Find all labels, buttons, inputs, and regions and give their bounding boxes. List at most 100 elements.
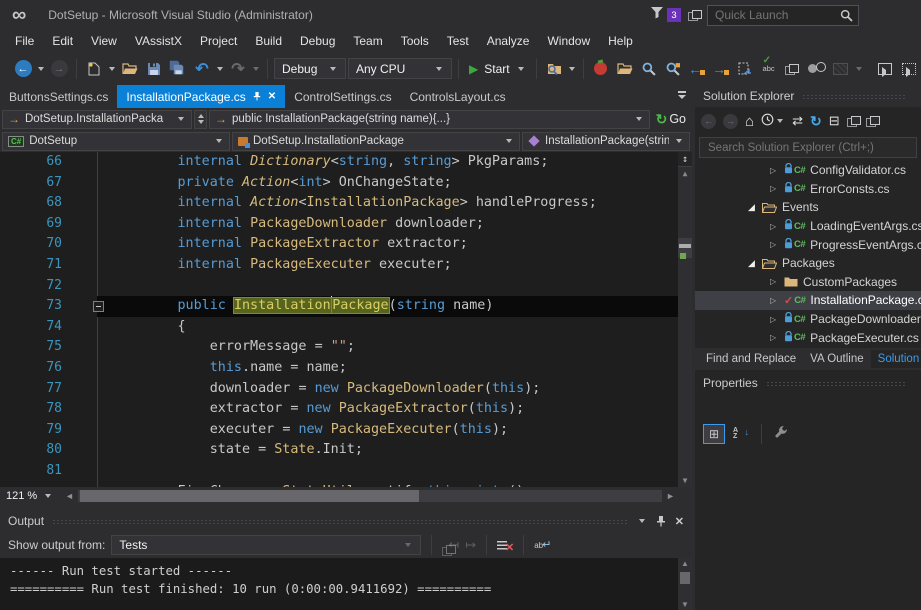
menu-analyze[interactable]: Analyze	[478, 32, 539, 50]
code-editor[interactable]: 66 internal Dictionary<string, string> P…	[0, 152, 692, 487]
scroll-up-icon[interactable]: ▲	[678, 558, 692, 570]
solution-search-input[interactable]	[706, 141, 910, 155]
window-position-dropdown-icon[interactable]	[639, 519, 645, 523]
find-references-button[interactable]	[662, 58, 684, 80]
code-line-71[interactable]: 71 internal PackageExecuter executer;	[0, 255, 692, 276]
tab-list-dropdown-icon[interactable]	[678, 91, 688, 99]
scrollbar-thumb[interactable]	[680, 572, 690, 584]
member-select[interactable]: InstallationPackage(string name)	[522, 132, 690, 151]
tree-item-configvalidator-cs[interactable]: ▷C#ConfigValidator.cs	[695, 161, 921, 180]
home-icon[interactable]: ⌂	[745, 113, 754, 130]
code-line-74[interactable]: 74 {	[0, 317, 692, 338]
expand-arrow-icon[interactable]: ▷	[770, 166, 784, 175]
code-line-68[interactable]: 68 internal Action<InstallationPackage> …	[0, 193, 692, 214]
code-line-70[interactable]: 70 internal PackageExtractor extractor;	[0, 234, 692, 255]
refactor-rings-icon[interactable]	[806, 58, 828, 80]
va-dropdown-icon[interactable]	[856, 67, 862, 71]
alphabetical-sort-icon[interactable]: AZ	[733, 428, 749, 440]
expand-arrow-icon[interactable]: ▷	[770, 333, 784, 342]
output-content[interactable]: ------ Run test started ------==========…	[0, 558, 692, 610]
feedback-icon[interactable]	[688, 10, 700, 20]
project-select[interactable]: C# DotSetup	[2, 132, 230, 151]
tree-item-packageexecuter-cs[interactable]: ▷C#PackageExecuter.cs	[695, 328, 921, 347]
output-title-bar[interactable]: Output ✕	[0, 510, 692, 532]
tab-controlsettings-cs[interactable]: ControlSettings.cs	[285, 85, 400, 108]
tree-item-packagedownloader-cs[interactable]: ▷C#PackageDownloader.cs	[695, 310, 921, 329]
editor-vertical-scrollbar[interactable]: ↕ ▲ ▼	[678, 152, 692, 487]
code-line-69[interactable]: 69 internal PackageDownloader downloader…	[0, 214, 692, 235]
collapse-arrow-icon[interactable]: ◢	[748, 202, 762, 213]
collapse-region-icon[interactable]	[93, 301, 104, 312]
tree-item-custompackages[interactable]: ▷CustomPackages	[695, 273, 921, 292]
menu-tools[interactable]: Tools	[392, 32, 438, 50]
goto-definition-button[interactable]	[874, 58, 896, 80]
menu-help[interactable]: Help	[599, 32, 642, 50]
vassistx-icon[interactable]	[590, 58, 612, 80]
code-line-80[interactable]: 80 state = State.Init;	[0, 440, 692, 461]
code-line-66[interactable]: 66 internal Dictionary<string, string> P…	[0, 152, 692, 173]
expand-arrow-icon[interactable]: ▷	[770, 296, 784, 305]
scroll-left-icon[interactable]: ◄	[62, 491, 77, 501]
menu-project[interactable]: Project	[191, 32, 246, 50]
start-dropdown-icon[interactable]	[518, 67, 524, 71]
output-vertical-scrollbar[interactable]: ▲ ▼	[678, 558, 692, 610]
show-all-files-icon[interactable]	[847, 116, 859, 126]
tab-controlslayout-cs[interactable]: ControlsLayout.cs	[401, 85, 515, 108]
notification-badge[interactable]: 3	[667, 8, 681, 22]
editor-horizontal-scrollbar[interactable]	[78, 490, 662, 502]
clear-all-icon[interactable]	[497, 539, 513, 552]
properties-title-bar[interactable]: Properties	[695, 370, 921, 396]
menu-edit[interactable]: Edit	[43, 32, 82, 50]
scroll-right-icon[interactable]: ►	[663, 491, 678, 501]
spell-check-button[interactable]: abc	[758, 58, 780, 80]
undo-dropdown-icon[interactable]	[217, 67, 223, 71]
notifications-filter-icon[interactable]	[651, 6, 663, 24]
solution-explorer-title-bar[interactable]: Solution Explorer	[695, 85, 921, 107]
solution-configurations-select[interactable]: Debug	[274, 58, 346, 79]
categorized-icon[interactable]: ⊞	[703, 424, 725, 444]
pin-icon[interactable]	[656, 515, 666, 527]
expand-arrow-icon[interactable]: ▷	[770, 184, 784, 193]
pending-changes-filter-icon[interactable]	[761, 113, 774, 129]
tab-buttonssettings-cs[interactable]: ButtonsSettings.cs	[0, 85, 117, 108]
open-file-button[interactable]	[119, 58, 141, 80]
nav-forward-context-button[interactable]: →	[710, 58, 732, 80]
tree-item-errorconsts-cs[interactable]: ▷C#ErrorConsts.cs	[695, 180, 921, 199]
tree-item-loadingeventargs-cs[interactable]: ▷C#LoadingEventArgs.cs	[695, 217, 921, 236]
panel-tab-find-and-replace[interactable]: Find and Replace	[699, 350, 803, 368]
expand-arrow-icon[interactable]: ▷	[770, 240, 784, 249]
nav-back-context-button[interactable]: ←	[686, 58, 708, 80]
code-line-72[interactable]: 72	[0, 276, 692, 297]
tree-item-events[interactable]: ◢Events	[695, 198, 921, 217]
filter-dropdown-icon[interactable]	[777, 119, 783, 123]
code-line-75[interactable]: 75 errorMessage = "";	[0, 337, 692, 358]
word-wrap-icon[interactable]: ab	[534, 541, 550, 550]
menu-vassistx[interactable]: VAssistX	[126, 32, 191, 50]
scroll-down-icon[interactable]: ▼	[678, 476, 692, 485]
redo-dropdown-icon[interactable]	[253, 67, 259, 71]
property-pages-icon[interactable]	[774, 425, 788, 444]
menu-view[interactable]: View	[82, 32, 126, 50]
find-dropdown-icon[interactable]	[569, 67, 575, 71]
refresh-icon[interactable]: ↻	[810, 113, 822, 130]
va-member-select[interactable]: → public InstallationPackage(string name…	[209, 110, 650, 129]
type-select[interactable]: DotSetup.InstallationPackage	[232, 132, 520, 151]
menu-test[interactable]: Test	[438, 32, 478, 50]
tree-item-progresseventargs-cs[interactable]: ▷C#ProgressEventArgs.cs	[695, 235, 921, 254]
go-button[interactable]: ↻ Go	[652, 111, 690, 128]
expand-arrow-icon[interactable]: ▷	[770, 277, 784, 286]
navigate-forward-button[interactable]: →	[48, 58, 70, 80]
menu-build[interactable]: Build	[246, 32, 291, 50]
close-icon[interactable]: ✕	[268, 91, 276, 102]
code-line-77[interactable]: 77 downloader = new PackageDownloader(th…	[0, 379, 692, 400]
tab-installationpackage-cs[interactable]: InstallationPackage.cs✕	[117, 85, 285, 108]
clone-copy-button[interactable]: ↳	[782, 58, 804, 80]
code-line-67[interactable]: 67 private Action<int> OnChangeState;	[0, 173, 692, 194]
menu-file[interactable]: File	[6, 32, 43, 50]
collapse-arrow-icon[interactable]: ◢	[748, 258, 762, 269]
menu-debug[interactable]: Debug	[291, 32, 344, 50]
collapse-all-icon[interactable]: ⊟	[829, 113, 840, 129]
expand-arrow-icon[interactable]: ▷	[770, 222, 784, 231]
save-button[interactable]	[143, 58, 165, 80]
new-item-button[interactable]	[83, 58, 105, 80]
